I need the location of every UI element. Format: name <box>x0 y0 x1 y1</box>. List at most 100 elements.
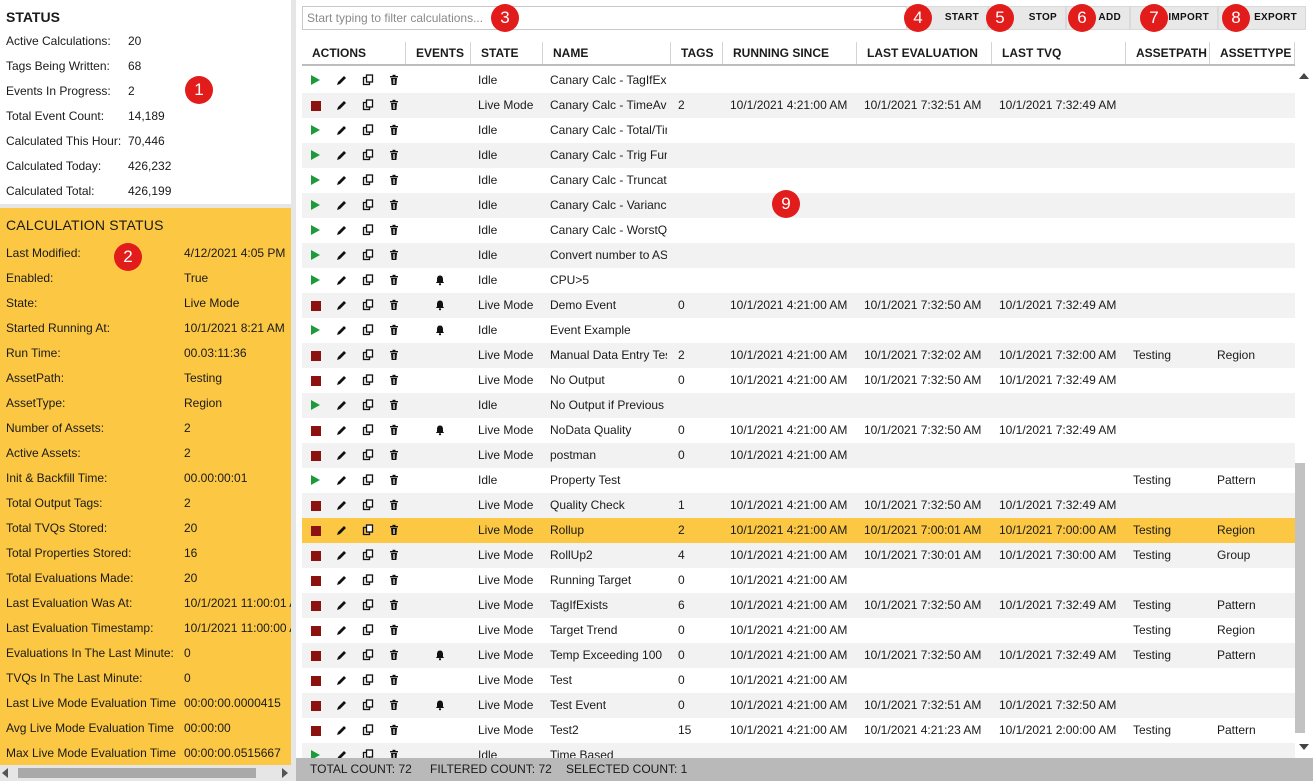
scroll-up-icon[interactable] <box>1299 73 1309 79</box>
edit-icon[interactable] <box>336 674 348 686</box>
play-icon[interactable] <box>311 150 320 160</box>
edit-icon[interactable] <box>336 599 348 611</box>
play-icon[interactable] <box>311 250 320 260</box>
table-row[interactable]: Live Mode Rollup 2 10/1/2021 4:21:00 AM 10/1… <box>302 518 1295 543</box>
column-header-state[interactable]: STATE <box>471 42 543 64</box>
play-icon[interactable] <box>311 125 320 135</box>
stop-icon[interactable] <box>311 576 321 586</box>
copy-icon[interactable] <box>362 174 374 186</box>
stop-icon[interactable] <box>311 376 321 386</box>
edit-icon[interactable] <box>336 349 348 361</box>
column-header-name[interactable]: NAME <box>543 42 671 64</box>
table-row[interactable]: Live Mode Demo Event 0 10/1/2021 4:21:00 AM… <box>302 293 1295 318</box>
copy-icon[interactable] <box>362 624 374 636</box>
stop-icon[interactable] <box>311 526 321 536</box>
scrollbar-thumb[interactable] <box>18 768 256 778</box>
delete-icon[interactable] <box>388 474 400 486</box>
table-row[interactable]: Live Mode Running Target 0 10/1/2021 4:21:0… <box>302 568 1295 593</box>
table-row[interactable]: Live Mode Manual Data Entry Test 2 10/1/202… <box>302 343 1295 368</box>
delete-icon[interactable] <box>388 724 400 736</box>
edit-icon[interactable] <box>336 724 348 736</box>
copy-icon[interactable] <box>362 299 374 311</box>
column-header-tags[interactable]: TAGS <box>671 42 723 64</box>
copy-icon[interactable] <box>362 474 374 486</box>
delete-icon[interactable] <box>388 399 400 411</box>
delete-icon[interactable] <box>388 599 400 611</box>
play-icon[interactable] <box>311 175 320 185</box>
copy-icon[interactable] <box>362 399 374 411</box>
stop-icon[interactable] <box>311 726 321 736</box>
delete-icon[interactable] <box>388 624 400 636</box>
edit-icon[interactable] <box>336 299 348 311</box>
copy-icon[interactable] <box>362 424 374 436</box>
delete-icon[interactable] <box>388 574 400 586</box>
table-row[interactable]: Idle Property Test Testing Pattern <box>302 468 1295 493</box>
edit-icon[interactable] <box>336 649 348 661</box>
copy-icon[interactable] <box>362 649 374 661</box>
table-row[interactable]: Live Mode Test2 15 10/1/2021 4:21:00 AM 10/1… <box>302 718 1295 743</box>
copy-icon[interactable] <box>362 499 374 511</box>
delete-icon[interactable] <box>388 699 400 711</box>
table-row[interactable]: Idle Canary Calc - TagIfExists <box>302 68 1295 93</box>
edit-icon[interactable] <box>336 174 348 186</box>
table-row[interactable]: Live Mode Quality Check 1 10/1/2021 4:21:00… <box>302 493 1295 518</box>
column-header-assettype[interactable]: ASSETTYPE <box>1210 42 1295 64</box>
table-row[interactable]: Live Mode postman 0 10/1/2021 4:21:00 AM <box>302 443 1295 468</box>
edit-icon[interactable] <box>336 574 348 586</box>
stop-icon[interactable] <box>311 501 321 511</box>
edit-icon[interactable] <box>336 224 348 236</box>
edit-icon[interactable] <box>336 74 348 86</box>
column-header-actions[interactable]: ACTIONS <box>302 42 406 64</box>
table-row[interactable]: Live Mode Test 0 10/1/2021 4:21:00 AM <box>302 668 1295 693</box>
stop-icon[interactable] <box>311 701 321 711</box>
delete-icon[interactable] <box>388 249 400 261</box>
delete-icon[interactable] <box>388 449 400 461</box>
stop-icon[interactable] <box>311 351 321 361</box>
stop-icon[interactable] <box>311 651 321 661</box>
table-row[interactable]: Live Mode NoData Quality 0 10/1/2021 4:21:0… <box>302 418 1295 443</box>
copy-icon[interactable] <box>362 224 374 236</box>
table-row[interactable]: Live Mode Test Event 0 10/1/2021 4:21:00 AM… <box>302 693 1295 718</box>
copy-icon[interactable] <box>362 549 374 561</box>
play-icon[interactable] <box>311 400 320 410</box>
table-row[interactable]: Idle CPU>5 <box>302 268 1295 293</box>
play-icon[interactable] <box>311 750 320 758</box>
stop-icon[interactable] <box>311 426 321 436</box>
copy-icon[interactable] <box>362 249 374 261</box>
edit-icon[interactable] <box>336 699 348 711</box>
edit-icon[interactable] <box>336 449 348 461</box>
edit-icon[interactable] <box>336 199 348 211</box>
table-row[interactable]: Idle Canary Calc - Total/Time <box>302 118 1295 143</box>
table-row[interactable]: Idle Event Example <box>302 318 1295 343</box>
delete-icon[interactable] <box>388 199 400 211</box>
copy-icon[interactable] <box>362 449 374 461</box>
copy-icon[interactable] <box>362 574 374 586</box>
play-icon[interactable] <box>311 200 320 210</box>
edit-icon[interactable] <box>336 149 348 161</box>
copy-icon[interactable] <box>362 599 374 611</box>
stop-icon[interactable] <box>311 451 321 461</box>
delete-icon[interactable] <box>388 224 400 236</box>
edit-icon[interactable] <box>336 624 348 636</box>
table-row[interactable]: Live Mode Target Trend 0 10/1/2021 4:21:00 … <box>302 618 1295 643</box>
edit-icon[interactable] <box>336 249 348 261</box>
table-row[interactable]: Idle Canary Calc - WorstQuality <box>302 218 1295 243</box>
table-row[interactable]: Live Mode Temp Exceeding 100 0 10/1/2021 4:… <box>302 643 1295 668</box>
table-row[interactable]: Idle No Output if Previous <box>302 393 1295 418</box>
table-row[interactable]: Live Mode No Output 0 10/1/2021 4:21:00 AM 1… <box>302 368 1295 393</box>
copy-icon[interactable] <box>362 274 374 286</box>
delete-icon[interactable] <box>388 99 400 111</box>
delete-icon[interactable] <box>388 499 400 511</box>
delete-icon[interactable] <box>388 274 400 286</box>
edit-icon[interactable] <box>336 749 348 758</box>
copy-icon[interactable] <box>362 99 374 111</box>
edit-icon[interactable] <box>336 274 348 286</box>
vertical-scrollbar[interactable] <box>1295 66 1313 758</box>
play-icon[interactable] <box>311 475 320 485</box>
table-row[interactable]: Live Mode TagIfExists 6 10/1/2021 4:21:00 A… <box>302 593 1295 618</box>
edit-icon[interactable] <box>336 524 348 536</box>
table-row[interactable]: Idle Time Based <box>302 743 1295 758</box>
column-header-assetpath[interactable]: ASSETPATH <box>1126 42 1210 64</box>
edit-icon[interactable] <box>336 549 348 561</box>
horizontal-scrollbar[interactable] <box>0 765 291 781</box>
